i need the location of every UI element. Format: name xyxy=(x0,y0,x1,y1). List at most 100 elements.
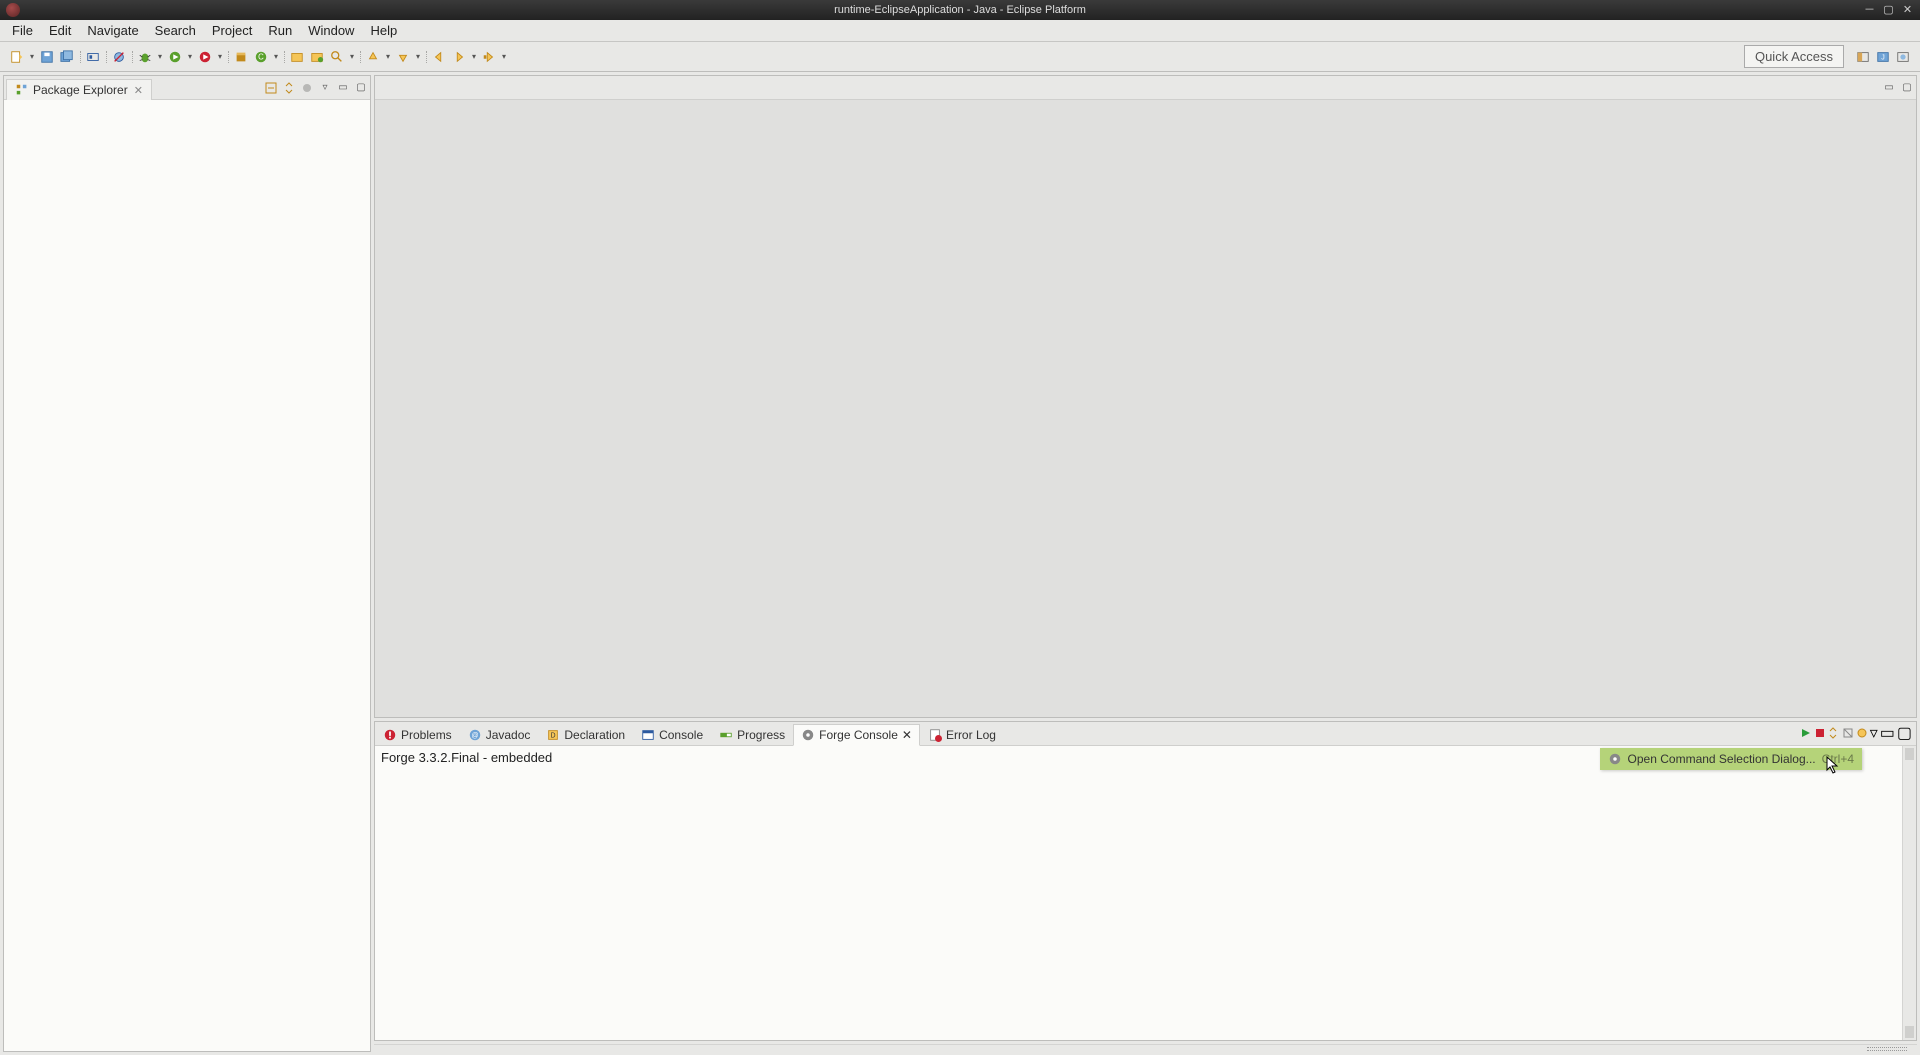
close-button[interactable]: ✕ xyxy=(1901,4,1914,17)
new-java-class-dropdown[interactable]: ▾ xyxy=(272,48,280,66)
menu-edit[interactable]: Edit xyxy=(41,21,79,40)
menu-window[interactable]: Window xyxy=(300,21,362,40)
search-dropdown[interactable]: ▾ xyxy=(348,48,356,66)
search-button[interactable] xyxy=(328,48,346,66)
tab-javadoc-label: Javadoc xyxy=(486,728,531,742)
save-all-button[interactable] xyxy=(58,48,76,66)
editor-header: ▭ ▢ xyxy=(375,76,1916,100)
vertical-scrollbar[interactable] xyxy=(1902,746,1916,1040)
tab-forge-console[interactable]: Forge Console ✕ xyxy=(793,724,920,746)
forge-stop-button[interactable] xyxy=(1814,727,1826,739)
declaration-icon: D xyxy=(546,728,560,742)
menu-search[interactable]: Search xyxy=(147,21,204,40)
bottom-toolbar: ▿ ▭ ▢ xyxy=(1800,723,1916,745)
editor-maximize-button[interactable]: ▢ xyxy=(1899,80,1915,96)
bottom-panel: Problems @ Javadoc D Declaration Console… xyxy=(374,721,1917,1041)
package-explorer-close-icon[interactable]: ✕ xyxy=(134,84,143,97)
debug-perspective-button[interactable] xyxy=(1894,48,1912,66)
skip-breakpoints-button[interactable] xyxy=(110,48,128,66)
tab-declaration[interactable]: D Declaration xyxy=(538,724,633,746)
window-controls: － ▢ ✕ xyxy=(1863,4,1920,17)
package-explorer-icon xyxy=(15,83,29,97)
forge-command-icon xyxy=(1608,752,1622,766)
menu-file[interactable]: File xyxy=(4,21,41,40)
new-button[interactable] xyxy=(8,48,26,66)
tab-error-log[interactable]: Error Log xyxy=(920,724,1004,746)
right-pane: ▭ ▢ Problems @ Javadoc D Declaration xyxy=(374,75,1917,1052)
run-dropdown[interactable]: ▾ xyxy=(186,48,194,66)
forge-go-to-button[interactable] xyxy=(1856,727,1868,739)
link-with-editor-button[interactable] xyxy=(281,80,297,96)
nav-last-edit-button[interactable] xyxy=(480,48,498,66)
menu-project[interactable]: Project xyxy=(204,21,260,40)
nav-back-button[interactable] xyxy=(430,48,448,66)
forge-link-editor-button[interactable] xyxy=(1828,727,1840,739)
debug-button[interactable] xyxy=(136,48,154,66)
open-type-button[interactable] xyxy=(288,48,306,66)
bottom-maximize-button[interactable]: ▢ xyxy=(1897,723,1912,743)
open-perspective-button[interactable] xyxy=(1854,48,1872,66)
quick-access-label: Quick Access xyxy=(1755,49,1833,64)
bottom-view-menu-button[interactable]: ▿ xyxy=(1870,723,1878,743)
status-bar xyxy=(374,1044,1917,1052)
external-tools-dropdown[interactable]: ▾ xyxy=(216,48,224,66)
nav-last-edit-dropdown[interactable]: ▾ xyxy=(500,48,508,66)
forge-clear-button[interactable] xyxy=(1842,727,1854,739)
minimize-button[interactable]: － xyxy=(1863,4,1876,17)
nav-forward-dropdown[interactable]: ▾ xyxy=(470,48,478,66)
forge-console-output: Forge 3.3.2.Final - embedded xyxy=(381,750,1902,1036)
error-log-icon xyxy=(928,728,942,742)
javadoc-icon: @ xyxy=(468,728,482,742)
window-title: runtime-EclipseApplication - Java - Ecli… xyxy=(834,4,1086,16)
quick-access-input[interactable]: Quick Access xyxy=(1744,45,1844,68)
next-annotation-button[interactable] xyxy=(394,48,412,66)
popover-label: Open Command Selection Dialog... xyxy=(1628,752,1816,766)
resize-grip-icon[interactable] xyxy=(1867,1047,1907,1051)
focus-task-button[interactable] xyxy=(299,80,315,96)
tab-console[interactable]: Console xyxy=(633,724,711,746)
editor-body[interactable] xyxy=(375,100,1916,717)
java-perspective-button[interactable]: J xyxy=(1874,48,1892,66)
external-tools-button[interactable] xyxy=(196,48,214,66)
forge-console-body[interactable]: Forge 3.3.2.Final - embedded Open Comman… xyxy=(375,746,1916,1040)
prev-annotation-button[interactable] xyxy=(364,48,382,66)
forge-console-close-icon[interactable]: ✕ xyxy=(902,728,912,742)
command-selection-popover[interactable]: Open Command Selection Dialog... Ctrl+4 xyxy=(1600,748,1862,770)
problems-icon xyxy=(383,728,397,742)
maximize-button[interactable]: ▢ xyxy=(1882,4,1895,17)
view-menu-button[interactable]: ▿ xyxy=(317,80,333,96)
save-button[interactable] xyxy=(38,48,56,66)
package-explorer-body[interactable] xyxy=(4,100,370,1051)
tab-progress[interactable]: Progress xyxy=(711,724,793,746)
tab-progress-label: Progress xyxy=(737,728,785,742)
collapse-all-button[interactable] xyxy=(263,80,279,96)
menu-run[interactable]: Run xyxy=(260,21,300,40)
editor-minimize-button[interactable]: ▭ xyxy=(1881,80,1897,96)
nav-forward-button[interactable] xyxy=(450,48,468,66)
debug-dropdown[interactable]: ▾ xyxy=(156,48,164,66)
minimize-view-button[interactable]: ▭ xyxy=(335,80,351,96)
forge-start-button[interactable] xyxy=(1800,727,1812,739)
new-java-class-button[interactable]: C xyxy=(252,48,270,66)
svg-text:C: C xyxy=(258,52,264,61)
tab-console-label: Console xyxy=(659,728,703,742)
next-annotation-dropdown[interactable]: ▾ xyxy=(414,48,422,66)
tab-javadoc[interactable]: @ Javadoc xyxy=(460,724,539,746)
tab-problems[interactable]: Problems xyxy=(375,724,460,746)
menu-help[interactable]: Help xyxy=(362,21,405,40)
run-button[interactable] xyxy=(166,48,184,66)
popover-shortcut: Ctrl+4 xyxy=(1822,752,1854,766)
new-dropdown[interactable]: ▾ xyxy=(28,48,36,66)
package-explorer-header: Package Explorer ✕ ▿ ▭ ▢ xyxy=(4,76,370,100)
new-java-package-button[interactable] xyxy=(232,48,250,66)
forge-console-icon xyxy=(801,728,815,742)
maximize-view-button[interactable]: ▢ xyxy=(353,80,369,96)
open-task-button[interactable] xyxy=(308,48,326,66)
package-explorer-tab[interactable]: Package Explorer ✕ xyxy=(6,79,152,101)
prev-annotation-dropdown[interactable]: ▾ xyxy=(384,48,392,66)
toggle-breadcrumb-button[interactable] xyxy=(84,48,102,66)
menu-navigate[interactable]: Navigate xyxy=(79,21,146,40)
window-titlebar: runtime-EclipseApplication - Java - Ecli… xyxy=(0,0,1920,20)
main-toolbar: ▾ ▾ ▾ ▾ C ▾ ▾ ▾ ▾ ▾ ▾ Qui xyxy=(0,42,1920,72)
bottom-minimize-button[interactable]: ▭ xyxy=(1880,723,1895,743)
